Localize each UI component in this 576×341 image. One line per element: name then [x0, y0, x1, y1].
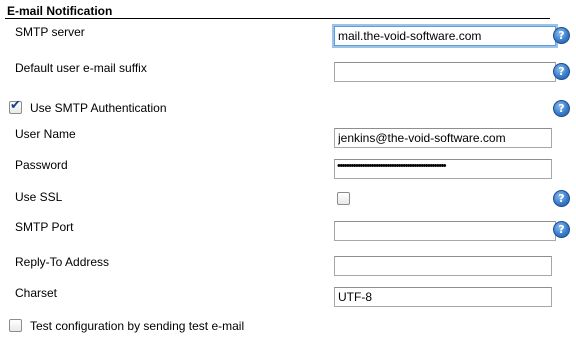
smtp-server-help-icon[interactable]: ?	[553, 27, 570, 44]
use-ssl-help-icon[interactable]: ?	[553, 190, 570, 207]
use-smtp-auth-label: Use SMTP Authentication	[30, 101, 167, 115]
smtp-port-help-icon[interactable]: ?	[553, 221, 570, 238]
user-name-label: User Name	[15, 127, 76, 141]
use-ssl-label: Use SSL	[15, 190, 63, 204]
reply-to-label: Reply-To Address	[15, 255, 110, 269]
test-config-label: Test configuration by sending test e-mai…	[30, 319, 245, 333]
charset-input[interactable]	[334, 287, 552, 307]
email-suffix-help-icon[interactable]: ?	[553, 63, 570, 80]
smtp-port-label: SMTP Port	[15, 220, 74, 234]
section-title: E-mail Notification	[7, 4, 113, 18]
charset-label: Charset	[15, 286, 58, 300]
password-mask: ••••••••••••••••••••••••••••••••••••••••…	[337, 160, 447, 172]
checkmark-icon: ✔	[10, 98, 21, 113]
reply-to-input[interactable]	[334, 256, 552, 276]
smtp-server-input[interactable]	[334, 26, 556, 46]
test-config-checkbox[interactable]	[9, 319, 22, 332]
email-suffix-label: Default user e-mail suffix	[15, 61, 147, 75]
smtp-port-input[interactable]	[334, 221, 556, 241]
use-ssl-checkbox[interactable]	[337, 192, 350, 205]
user-name-input[interactable]	[334, 128, 552, 148]
email-suffix-input[interactable]	[334, 62, 556, 82]
smtp-server-label: SMTP server	[15, 25, 85, 39]
use-smtp-auth-checkbox[interactable]: ✔	[9, 98, 22, 114]
password-label: Password	[15, 158, 68, 172]
section-divider	[5, 18, 550, 19]
smtp-auth-help-icon[interactable]: ?	[553, 100, 570, 117]
